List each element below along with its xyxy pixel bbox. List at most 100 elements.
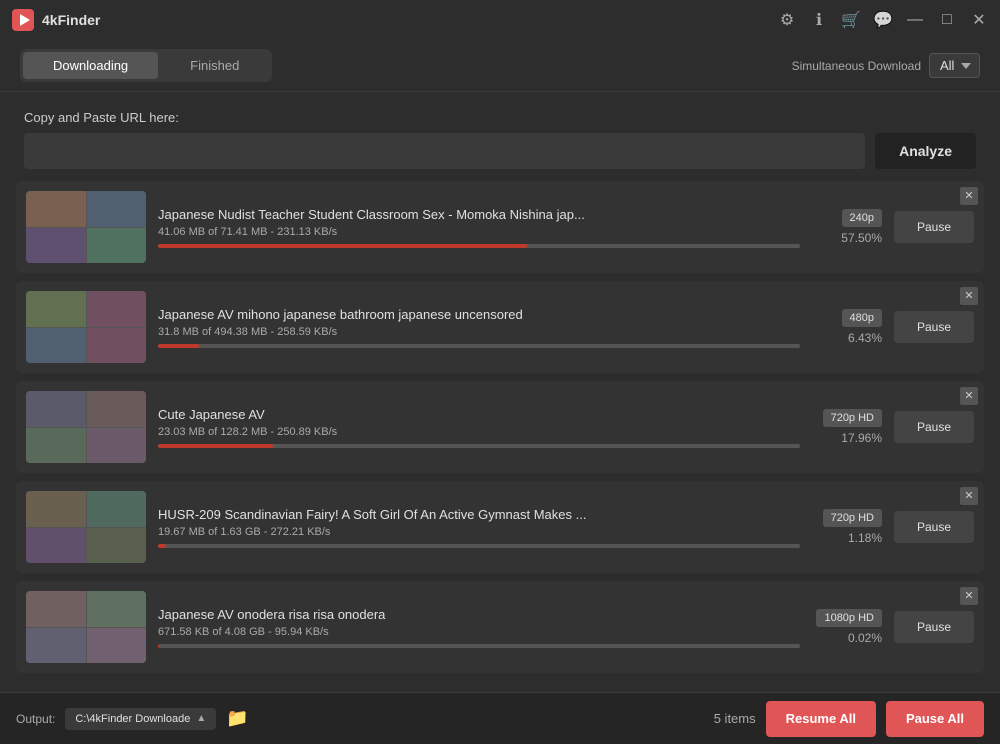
item-percent: 57.50%	[832, 231, 882, 245]
progress-bar-fill	[158, 544, 166, 548]
thumb-cell	[87, 328, 147, 364]
item-controls: Pause	[894, 611, 974, 643]
cart-icon[interactable]: 🛒	[842, 11, 860, 29]
progress-bar-fill	[158, 444, 273, 448]
item-quality: 240p	[842, 209, 882, 227]
item-controls: Pause	[894, 211, 974, 243]
item-size: 23.03 MB of 128.2 MB - 250.89 KB/s	[158, 426, 800, 438]
thumb-cell	[87, 291, 147, 327]
progress-bar-fill	[158, 244, 527, 248]
tab-finished[interactable]: Finished	[160, 52, 269, 79]
pause-button[interactable]: Pause	[894, 311, 974, 343]
pause-button[interactable]: Pause	[894, 611, 974, 643]
url-section: Copy and Paste URL here: Analyze	[0, 92, 1000, 181]
close-item-button[interactable]: ✕	[960, 487, 978, 505]
thumb-cell	[26, 628, 86, 664]
item-thumbnail	[26, 591, 146, 663]
item-right-info: 720p HD 1.18%	[812, 509, 882, 545]
open-folder-button[interactable]: 📁	[226, 708, 248, 729]
progress-bar-fill	[158, 344, 199, 348]
thumb-cell	[26, 391, 86, 427]
item-size: 41.06 MB of 71.41 MB - 231.13 KB/s	[158, 226, 800, 238]
item-title: Japanese AV mihono japanese bathroom jap…	[158, 307, 800, 322]
item-controls: Pause	[894, 411, 974, 443]
item-thumbnail	[26, 191, 146, 263]
resume-all-button[interactable]: Resume All	[766, 701, 876, 737]
thumb-cell	[26, 291, 86, 327]
tab-downloading[interactable]: Downloading	[23, 52, 158, 79]
item-title: Cute Japanese AV	[158, 407, 800, 422]
progress-bar-bg	[158, 544, 800, 548]
item-info: HUSR-209 Scandinavian Fairy! A Soft Girl…	[158, 507, 800, 548]
pause-button[interactable]: Pause	[894, 411, 974, 443]
item-controls: Pause	[894, 511, 974, 543]
info-icon[interactable]: ℹ	[810, 11, 828, 29]
chat-icon[interactable]: 💬	[874, 11, 892, 29]
download-item: Japanese Nudist Teacher Student Classroo…	[16, 181, 984, 273]
item-title: Japanese Nudist Teacher Student Classroo…	[158, 207, 800, 222]
item-percent: 17.96%	[832, 431, 882, 445]
pause-button[interactable]: Pause	[894, 211, 974, 243]
url-row: Analyze	[24, 133, 976, 169]
thumb-cell	[26, 428, 86, 464]
maximize-icon[interactable]: □	[938, 11, 956, 29]
simultaneous-select[interactable]: All 1 2 3 4	[929, 53, 980, 78]
title-left: 4kFinder	[12, 9, 100, 31]
url-input[interactable]	[24, 133, 865, 169]
item-right-info: 720p HD 17.96%	[812, 409, 882, 445]
thumb-cell	[26, 491, 86, 527]
progress-bar-bg	[158, 244, 800, 248]
pause-button[interactable]: Pause	[894, 511, 974, 543]
close-item-button[interactable]: ✕	[960, 187, 978, 205]
download-item: Japanese AV onodera risa risa onodera 67…	[16, 581, 984, 673]
item-right-info: 240p 57.50%	[812, 209, 882, 245]
app-logo-icon	[12, 9, 34, 31]
close-item-button[interactable]: ✕	[960, 587, 978, 605]
thumb-cell	[26, 191, 86, 227]
output-path-selector[interactable]: C:\4kFinder Downloade ▲	[65, 708, 216, 730]
item-quality: 480p	[842, 309, 882, 327]
thumb-cell	[87, 391, 147, 427]
item-title: HUSR-209 Scandinavian Fairy! A Soft Girl…	[158, 507, 800, 522]
close-window-icon[interactable]: ✕	[970, 11, 988, 29]
item-info: Cute Japanese AV 23.03 MB of 128.2 MB - …	[158, 407, 800, 448]
thumb-cell	[26, 328, 86, 364]
item-percent: 6.43%	[832, 331, 882, 345]
url-label: Copy and Paste URL here:	[24, 110, 976, 125]
thumb-cell	[87, 428, 147, 464]
close-item-button[interactable]: ✕	[960, 387, 978, 405]
pause-all-button[interactable]: Pause All	[886, 701, 984, 737]
thumb-cell	[87, 228, 147, 264]
thumb-cell	[87, 591, 147, 627]
thumb-cell	[87, 528, 147, 564]
items-count: 5 items	[714, 711, 756, 726]
item-quality: 720p HD	[823, 409, 882, 427]
item-thumbnail	[26, 291, 146, 363]
item-size: 671.58 KB of 4.08 GB - 95.94 KB/s	[158, 626, 800, 638]
tab-group: Downloading Finished	[20, 49, 272, 82]
item-percent: 0.02%	[832, 631, 882, 645]
progress-bar-bg	[158, 444, 800, 448]
download-item: Cute Japanese AV 23.03 MB of 128.2 MB - …	[16, 381, 984, 473]
item-percent: 1.18%	[832, 531, 882, 545]
download-item: HUSR-209 Scandinavian Fairy! A Soft Girl…	[16, 481, 984, 573]
thumb-cell	[26, 228, 86, 264]
item-quality: 720p HD	[823, 509, 882, 527]
close-item-button[interactable]: ✕	[960, 287, 978, 305]
analyze-button[interactable]: Analyze	[875, 133, 976, 169]
item-thumbnail	[26, 391, 146, 463]
thumb-cell	[87, 491, 147, 527]
item-info: Japanese AV mihono japanese bathroom jap…	[158, 307, 800, 348]
item-right-info: 480p 6.43%	[812, 309, 882, 345]
settings-icon[interactable]: ⚙	[778, 11, 796, 29]
thumb-cell	[87, 628, 147, 664]
title-bar: 4kFinder ⚙ ℹ 🛒 💬 — □ ✕	[0, 0, 1000, 40]
item-right-info: 1080p HD 0.02%	[812, 609, 882, 645]
item-thumbnail	[26, 491, 146, 563]
app-title: 4kFinder	[42, 12, 100, 28]
minimize-icon[interactable]: —	[906, 11, 924, 29]
item-size: 19.67 MB of 1.63 GB - 272.21 KB/s	[158, 526, 800, 538]
thumb-cell	[87, 191, 147, 227]
item-size: 31.8 MB of 494.38 MB - 258.59 KB/s	[158, 326, 800, 338]
output-path-text: C:\4kFinder Downloade	[75, 713, 190, 725]
